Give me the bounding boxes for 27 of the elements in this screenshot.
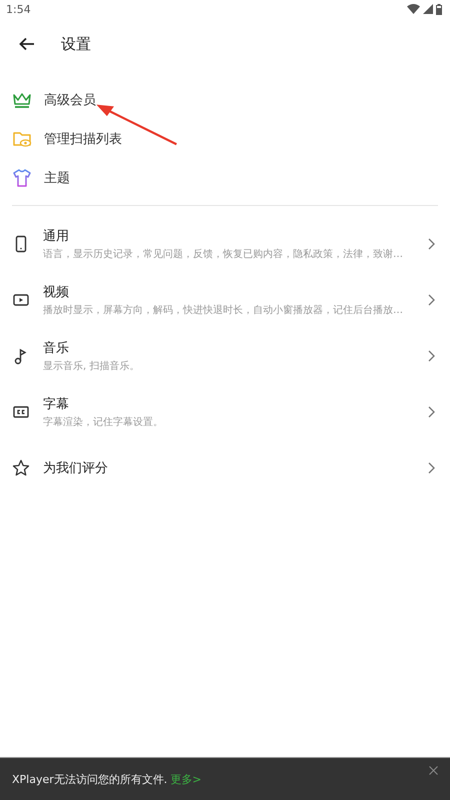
setting-title[interactable]: 字幕 — [43, 395, 420, 413]
status-time: 1:54 — [6, 2, 31, 16]
more-link[interactable]: 更多> — [170, 772, 202, 786]
chevron-right-icon — [426, 349, 436, 363]
shirt-icon — [12, 168, 32, 188]
chevron-right-icon — [426, 461, 436, 475]
signal-icon — [423, 4, 433, 14]
setting-description: 显示音乐, 扫描音乐。 — [43, 360, 140, 373]
setting-title[interactable]: 视频 — [43, 283, 420, 301]
setting-title[interactable]: 通用 — [43, 227, 420, 245]
setting-description: 字幕渲染，记住字幕设置。 — [43, 416, 164, 429]
chevron-right-icon — [426, 293, 436, 307]
star-icon — [12, 459, 30, 477]
setting-description: 播放时显示，屏幕方向，解码，快进快退时长，自动小窗播放器，记住后台播放… — [43, 304, 404, 317]
chevron-right-icon — [426, 237, 436, 251]
chevron-right-icon — [426, 405, 436, 419]
menu-item[interactable]: 高级会员 — [44, 90, 96, 108]
setting-title[interactable]: 为我们评分 — [43, 459, 420, 477]
wifi-icon — [407, 4, 420, 14]
close-icon[interactable] — [429, 766, 438, 775]
battery-icon — [436, 4, 442, 14]
setting-description: 语言，显示历史记录，常见问题，反馈，恢复已购内容，隐私政策，法律，致谢… — [43, 248, 404, 261]
menu-item[interactable]: 主题 — [44, 168, 70, 186]
setting-title[interactable]: 音乐 — [43, 339, 420, 357]
page-title: 设置 — [61, 34, 91, 54]
menu-item[interactable]: 管理扫描列表 — [44, 130, 122, 148]
snackbar-message: XPlayer无法访问您的所有文件. — [12, 772, 168, 786]
